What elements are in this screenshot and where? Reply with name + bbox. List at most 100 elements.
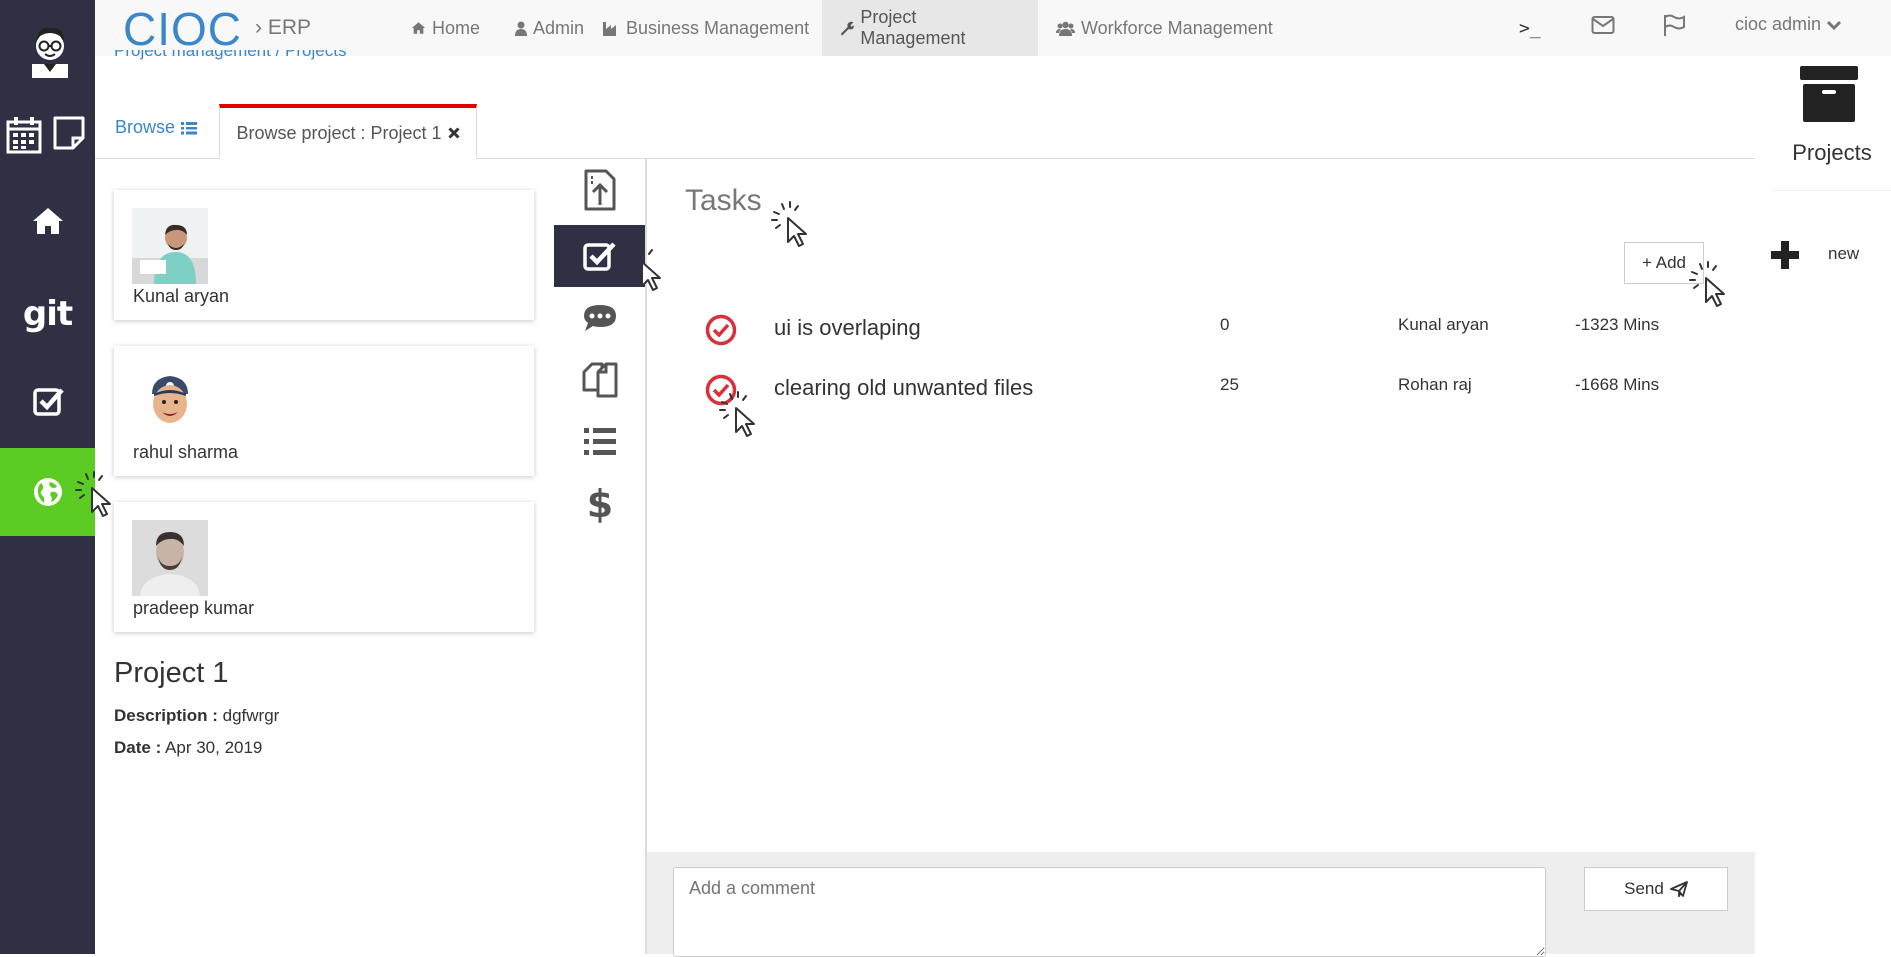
brand-sub-text: ERP <box>267 16 312 39</box>
task-progress: 25 <box>1220 375 1239 394</box>
member-name: Kunal aryan <box>133 286 230 306</box>
left-sidebar: git <box>0 0 95 954</box>
project-date: Date : Apr 30, 2019 <box>114 738 262 758</box>
wrench-icon <box>840 21 854 36</box>
task-progress: 0 <box>1220 315 1230 334</box>
member-card[interactable]: rahul sharma <box>114 346 534 476</box>
send-button[interactable]: Send <box>1584 867 1728 911</box>
sidebar-home[interactable] <box>0 178 95 264</box>
home-icon <box>411 22 426 34</box>
project-title: Project 1 <box>114 657 229 689</box>
list-icon <box>584 428 616 455</box>
checkbox-icon <box>583 242 616 271</box>
nav-home-label: Home <box>432 17 481 38</box>
sidebar-tasks[interactable] <box>0 358 95 444</box>
sticky-note-icon[interactable] <box>53 116 85 150</box>
paper-plane-icon <box>1669 881 1688 897</box>
click-cursor-icon <box>771 201 807 247</box>
user-icon <box>515 21 527 36</box>
task-assignee: Rohan raj <box>1398 375 1472 394</box>
date-value: Apr 30, 2019 <box>165 738 263 757</box>
panel-divider <box>1772 190 1891 191</box>
git-icon: git <box>22 294 73 334</box>
member-photo <box>132 364 208 440</box>
check-circle-icon[interactable] <box>705 314 737 346</box>
nav-admin-label: Admin <box>533 17 585 38</box>
task-name[interactable]: ui is overlaping <box>774 315 921 341</box>
comment-icon <box>584 305 616 331</box>
brand-logo[interactable]: CIOC <box>123 2 242 56</box>
member-name: rahul sharma <box>133 442 239 462</box>
home-icon <box>32 208 63 234</box>
member-card[interactable]: pradeep kumar <box>114 502 534 632</box>
breadcrumb[interactable]: Project management / Projects <box>114 50 346 62</box>
task-name[interactable]: clearing old unwanted files <box>774 375 1033 401</box>
user-menu[interactable]: cioc admin <box>1735 14 1842 35</box>
projects-panel-title: Projects <box>1792 140 1872 165</box>
add-task-button[interactable]: + Add <box>1624 242 1704 284</box>
sidebar-git[interactable]: git <box>0 271 95 357</box>
menu-comments[interactable] <box>554 287 646 349</box>
breadcrumb-text: Project management / Projects <box>114 50 347 60</box>
task-row[interactable]: ui is overlaping 0 Kunal aryan -1323 Min… <box>705 310 1685 360</box>
new-project-label: new <box>1828 244 1860 263</box>
comment-area: Send <box>647 852 1755 957</box>
terminal-icon[interactable]: >_ <box>1519 18 1541 39</box>
checkbox-icon <box>32 388 64 416</box>
list-icon <box>181 121 198 134</box>
user-avatar-icon[interactable] <box>28 22 72 78</box>
content-divider <box>645 159 647 954</box>
tab-browse-label: Browse <box>115 117 176 137</box>
top-navbar: CIOC › ERP Home Admin Business Managemen… <box>95 0 1891 56</box>
nav-workforce-label: Workforce Management <box>1081 17 1273 38</box>
task-time: -1668 Mins <box>1575 375 1660 394</box>
description-label: Description : <box>114 706 218 725</box>
nav-business-label: Business Management <box>626 17 810 38</box>
task-time: -1323 Mins <box>1575 315 1660 334</box>
close-icon[interactable] <box>447 127 460 139</box>
comment-input[interactable] <box>673 867 1546 957</box>
copy-icon <box>582 362 618 398</box>
plus-icon <box>1771 241 1799 269</box>
tab-bar: Browse Browse project : Project 1 <box>95 104 1755 159</box>
chevron-down-icon <box>1827 20 1842 30</box>
calendar-icon[interactable] <box>6 116 42 154</box>
brand-subtitle[interactable]: › ERP <box>255 16 311 40</box>
nav-workforce-management[interactable]: Workforce Management <box>1038 0 1291 56</box>
user-name: cioc admin <box>1735 14 1822 34</box>
member-photo <box>132 208 208 284</box>
menu-documents[interactable] <box>554 348 646 410</box>
users-icon <box>1056 21 1075 36</box>
menu-files[interactable] <box>554 159 646 221</box>
dollar-icon: $ <box>586 482 614 526</box>
task-assignee: Kunal aryan <box>1398 315 1489 334</box>
menu-finance[interactable]: $ <box>554 473 646 535</box>
check-circle-icon[interactable] <box>705 374 737 406</box>
envelope-icon[interactable] <box>1591 15 1615 35</box>
project-description: Description : dgfwrgr <box>114 706 279 726</box>
sidebar-projects[interactable] <box>0 448 95 536</box>
archive-icon[interactable] <box>1798 64 1860 124</box>
tab-browse[interactable]: Browse <box>115 100 198 155</box>
send-label: Send <box>1624 879 1664 898</box>
menu-tasks[interactable] <box>554 225 646 287</box>
nav-project-label: Project Management <box>860 7 966 48</box>
menu-list[interactable] <box>554 411 646 473</box>
nav-project-management[interactable]: Project Management <box>822 0 1038 56</box>
tab-project-label: Browse project : Project 1 <box>236 122 442 143</box>
member-card[interactable]: Kunal aryan <box>114 190 534 320</box>
file-upload-icon <box>584 169 616 211</box>
nav-home[interactable]: Home <box>393 0 498 56</box>
industry-icon <box>603 21 616 36</box>
new-project-button[interactable]: new <box>1771 240 1891 276</box>
member-photo <box>132 520 208 596</box>
flag-icon[interactable] <box>1662 14 1686 36</box>
task-row[interactable]: clearing old unwanted files 25 Rohan raj… <box>705 370 1685 420</box>
nav-business-management[interactable]: Business Management <box>585 0 827 56</box>
tab-browse-project[interactable]: Browse project : Project 1 <box>219 104 477 159</box>
globe-icon <box>33 478 62 506</box>
member-name: pradeep kumar <box>133 598 255 618</box>
description-value: dgfwrgr <box>222 706 280 725</box>
date-label: Date : <box>114 738 162 757</box>
tasks-heading: Tasks <box>685 184 762 217</box>
